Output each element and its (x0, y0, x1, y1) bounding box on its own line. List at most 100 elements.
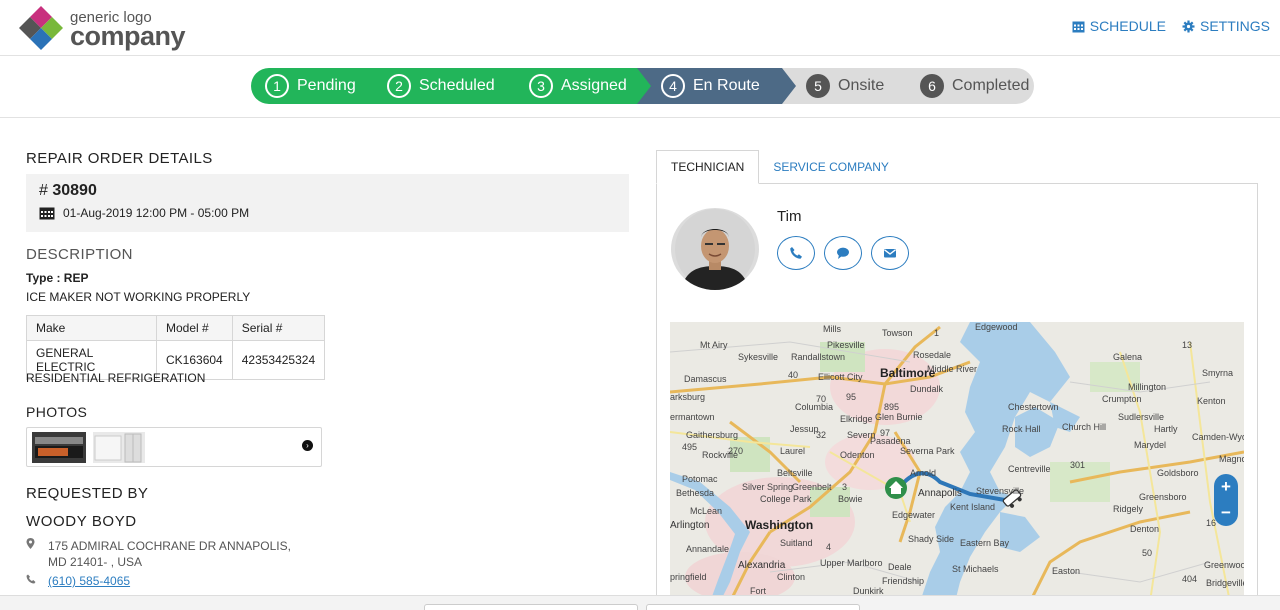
map-label: Centreville (1008, 464, 1051, 474)
step-label: Assigned (561, 77, 627, 94)
map-label: Damascus (684, 374, 727, 384)
calendar-icon (39, 207, 55, 220)
address-line-1: 175 ADMIRAL COCHRANE DR ANNAPOLIS, (48, 539, 291, 553)
step-scheduled: 2 Scheduled (373, 68, 515, 104)
step-label: En Route (693, 77, 760, 94)
step-arrow (782, 68, 796, 104)
tab-service-company[interactable]: SERVICE COMPANY (759, 150, 903, 184)
column-header: Model # (156, 315, 233, 341)
map-label: Rosedale (913, 350, 952, 360)
map-label: Hartly (1154, 424, 1178, 434)
map-label: Marydel (1134, 440, 1167, 450)
map-label: Millington (1128, 382, 1167, 392)
order-date: 01-Aug-2019 12:00 PM - 05:00 PM (39, 206, 249, 220)
schedule-link[interactable]: SCHEDULE (1072, 18, 1166, 34)
map-label: Deale (888, 562, 912, 572)
map-label: Suitland (780, 538, 813, 548)
calendar-icon (1072, 21, 1085, 32)
technician-name: Tim (777, 208, 802, 225)
phone-link[interactable]: (610) 585-4065 (48, 574, 130, 588)
map-label: Edgewood (975, 322, 1018, 332)
serial-cell: 42353425324 (231, 340, 326, 380)
route-shield: 97 (880, 428, 891, 438)
step-number: 2 (387, 74, 411, 98)
route-shield: 1 (934, 328, 940, 338)
route-shield: 50 (1142, 548, 1153, 558)
map-label: Magnolia (1219, 454, 1244, 464)
table-header-row: Make Model # Serial # (26, 315, 326, 341)
route-shield: 95 (846, 392, 857, 402)
map-label: Alexandria (738, 560, 786, 571)
bottom-control[interactable] (424, 604, 638, 610)
route-shield: 70 (816, 394, 827, 404)
gear-icon (1182, 20, 1195, 32)
route-shield: 4 (826, 542, 832, 552)
order-number-value: 30890 (52, 182, 97, 199)
step-label: Pending (297, 77, 356, 94)
map-label: Pikesville (827, 340, 865, 350)
bottom-control[interactable] (646, 604, 860, 610)
map-label: Potomac (682, 474, 718, 484)
step-number: 3 (529, 74, 553, 98)
zoom-out-button[interactable]: − (1214, 500, 1238, 526)
location-pin-icon (26, 538, 48, 570)
settings-link[interactable]: SETTINGS (1182, 18, 1270, 34)
route-shield: 270 (728, 446, 744, 456)
map-label: Arlington (670, 520, 710, 531)
mail-icon (884, 249, 896, 258)
map-label: Mt Airy (700, 340, 728, 350)
map-city-label: Washington (745, 518, 814, 532)
column-header: Make (26, 315, 157, 341)
map-label: Pasadena (870, 436, 911, 446)
map-label: pringfield (670, 572, 707, 582)
map-label: Arnold (910, 468, 937, 478)
call-technician-button[interactable] (777, 236, 815, 270)
step-completed: 6 Completed (900, 68, 1034, 104)
map-label: Greenwood (1204, 560, 1244, 570)
status-stepper: 1 Pending 2 Scheduled 3 Assigned 4 En Ro… (251, 68, 1034, 104)
message-technician-button[interactable] (824, 236, 862, 270)
description-title: DESCRIPTION (26, 246, 133, 263)
map-label: Annandale (686, 544, 730, 554)
app-header: generic logo company SCHEDULE SETTINGS (0, 0, 1280, 56)
order-date-value: 01-Aug-2019 12:00 PM - 05:00 PM (63, 206, 250, 220)
map-label: College Park (760, 494, 812, 504)
technician-contact-actions (777, 236, 909, 270)
settings-label: SETTINGS (1199, 18, 1270, 34)
order-number: # 30890 (39, 182, 97, 200)
route-shield: 13 (1182, 340, 1193, 350)
map-label: Rock Hall (1002, 424, 1041, 434)
map-label: Annapolis (918, 488, 962, 499)
step-number: 6 (920, 74, 944, 98)
route-shield: 495 (682, 442, 698, 452)
map-label: Glen Burnie (875, 412, 923, 422)
requested-by-title: REQUESTED BY (26, 485, 149, 502)
next-photo-button[interactable]: › (302, 440, 313, 451)
step-arrow (900, 68, 914, 104)
map-label: Dundalk (910, 384, 944, 394)
technician-avatar (671, 208, 759, 290)
photo-thumbnail[interactable] (93, 432, 145, 463)
map-label: Kent Island (950, 502, 996, 512)
map-label: Gaithersburg (686, 430, 739, 440)
customer-phone: (610) 585-4065 (26, 574, 130, 588)
map-label: Goldsboro (1157, 468, 1199, 478)
address-line-2: MD 21401- , USA (48, 555, 143, 569)
company-logo[interactable]: generic logo company (18, 6, 208, 50)
phone-icon (26, 574, 48, 588)
step-assigned: 3 Assigned (515, 68, 651, 104)
address-lines: 175 ADMIRAL COCHRANE DR ANNAPOLIS, MD 21… (48, 538, 291, 570)
step-label: Scheduled (419, 77, 495, 94)
tab-technician[interactable]: TECHNICIAN (656, 150, 760, 184)
map-label: Greenbelt (792, 482, 832, 492)
map-label: arksburg (670, 392, 706, 402)
email-technician-button[interactable] (871, 236, 909, 270)
appliance-category: RESIDENTIAL REFRIGERATION (26, 371, 206, 385)
step-pending: 1 Pending (251, 68, 373, 104)
photo-thumbnail[interactable] (32, 432, 86, 463)
zoom-in-button[interactable]: + (1214, 474, 1238, 500)
map-label: Galena (1113, 352, 1143, 362)
map-label: Upper Marlboro (820, 558, 883, 568)
map-label: Odenton (840, 450, 875, 460)
route-map[interactable]: Mills Towson Edgewood Mt Airy Pikesville… (670, 322, 1244, 602)
